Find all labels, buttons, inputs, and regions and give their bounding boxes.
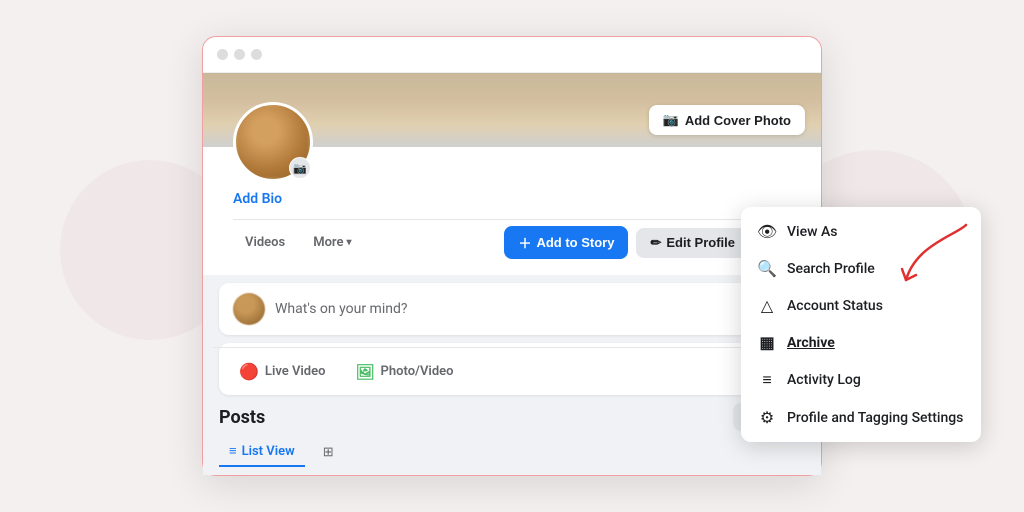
dropdown-menu: 👁 View As 🔍 Search Profile △ Account Sta… — [741, 207, 981, 442]
live-video-label: Live Video — [265, 364, 326, 379]
traffic-lights — [217, 49, 262, 60]
post-avatar — [233, 293, 265, 325]
post-divider — [213, 347, 811, 348]
dropdown-label-view-as: View As — [787, 224, 837, 240]
pencil-icon: ✏ — [650, 235, 661, 251]
list-view-label: List View — [242, 444, 295, 459]
lower-content: What's on your mind? 🔴 Live Video 🖼 Phot… — [203, 275, 821, 475]
tab-more[interactable]: More ▾ — [301, 229, 363, 256]
photo-video-label: Photo/Video — [381, 364, 454, 379]
account-status-icon: △ — [757, 296, 777, 315]
browser-content: 📷 📷 Add Cover Photo Add Bio Videos More … — [203, 73, 821, 475]
camera-icon: 📷 — [663, 112, 679, 128]
dropdown-label-activity-log: Activity Log — [787, 372, 861, 388]
photo-video-button[interactable]: 🖼 Photo/Video — [343, 356, 465, 387]
search-profile-icon: 🔍 — [757, 259, 777, 278]
traffic-light-red — [217, 49, 228, 60]
dropdown-item-view-as[interactable]: 👁 View As — [741, 213, 981, 250]
dropdown-label-account-status: Account Status — [787, 298, 883, 314]
dropdown-item-activity-log[interactable]: ≡ Activity Log — [741, 361, 981, 399]
grid-icon: ⊞ — [323, 445, 334, 460]
add-cover-button[interactable]: 📷 Add Cover Photo — [649, 105, 805, 135]
dropdown-label-archive: Archive — [787, 335, 835, 351]
post-actions-row: 🔴 Live Video 🖼 Photo/Video — [227, 356, 797, 387]
dropdown-label-profile-tagging: Profile and Tagging Settings — [787, 410, 963, 426]
activity-log-icon: ≡ — [757, 370, 777, 390]
post-actions-container: 🔴 Live Video 🖼 Photo/Video — [219, 343, 805, 395]
nav-tabs: Videos More ▾ — [233, 229, 364, 256]
cover-area: 📷 📷 Add Cover Photo — [203, 73, 821, 147]
dropdown-item-account-status[interactable]: △ Account Status — [741, 287, 981, 324]
add-cover-label: Add Cover Photo — [685, 113, 791, 128]
more-label: More — [313, 235, 343, 250]
posts-header: Posts ⊟ Filter — [219, 403, 805, 431]
post-placeholder[interactable]: What's on your mind? — [275, 301, 407, 317]
list-icon: ≡ — [229, 443, 237, 459]
browser-window: 📷 📷 Add Cover Photo Add Bio Videos More … — [202, 36, 822, 476]
traffic-light-yellow — [234, 49, 245, 60]
add-story-label: Add to Story — [536, 235, 614, 250]
profile-tagging-icon: ⚙ — [757, 408, 777, 427]
view-as-icon: 👁 — [757, 222, 777, 241]
edit-profile-label: Edit Profile — [666, 235, 735, 250]
archive-icon: ▦ — [757, 333, 777, 352]
live-video-icon: 🔴 — [239, 362, 259, 381]
title-bar — [203, 37, 821, 73]
traffic-light-green — [251, 49, 262, 60]
dropdown-item-profile-tagging[interactable]: ⚙ Profile and Tagging Settings — [741, 399, 981, 436]
add-bio-link[interactable]: Add Bio — [233, 191, 791, 207]
view-tabs: ≡ List View ⊞ — [219, 437, 805, 467]
dropdown-item-search-profile[interactable]: 🔍 Search Profile — [741, 250, 981, 287]
edit-profile-button[interactable]: ✏ Edit Profile — [636, 228, 749, 258]
live-video-button[interactable]: 🔴 Live Video — [227, 356, 337, 387]
dropdown-label-search-profile: Search Profile — [787, 261, 875, 277]
dropdown-item-archive[interactable]: ▦ Archive — [741, 324, 981, 361]
avatar-image — [236, 105, 310, 179]
grid-view-tab[interactable]: ⊞ — [313, 439, 344, 466]
plus-icon: ＋ — [518, 233, 531, 252]
add-story-button[interactable]: ＋ Add to Story — [504, 226, 628, 259]
nav-actions-row: Videos More ▾ ＋ Add to Story ✏ Edit Prof… — [233, 219, 791, 265]
post-box: What's on your mind? — [219, 283, 805, 335]
list-view-tab[interactable]: ≡ List View — [219, 437, 305, 467]
chevron-down-icon: ▾ — [346, 237, 351, 248]
avatar — [233, 102, 313, 182]
tab-videos[interactable]: Videos — [233, 229, 297, 256]
photo-video-icon: 🖼 — [355, 363, 374, 381]
posts-title: Posts — [219, 407, 265, 428]
